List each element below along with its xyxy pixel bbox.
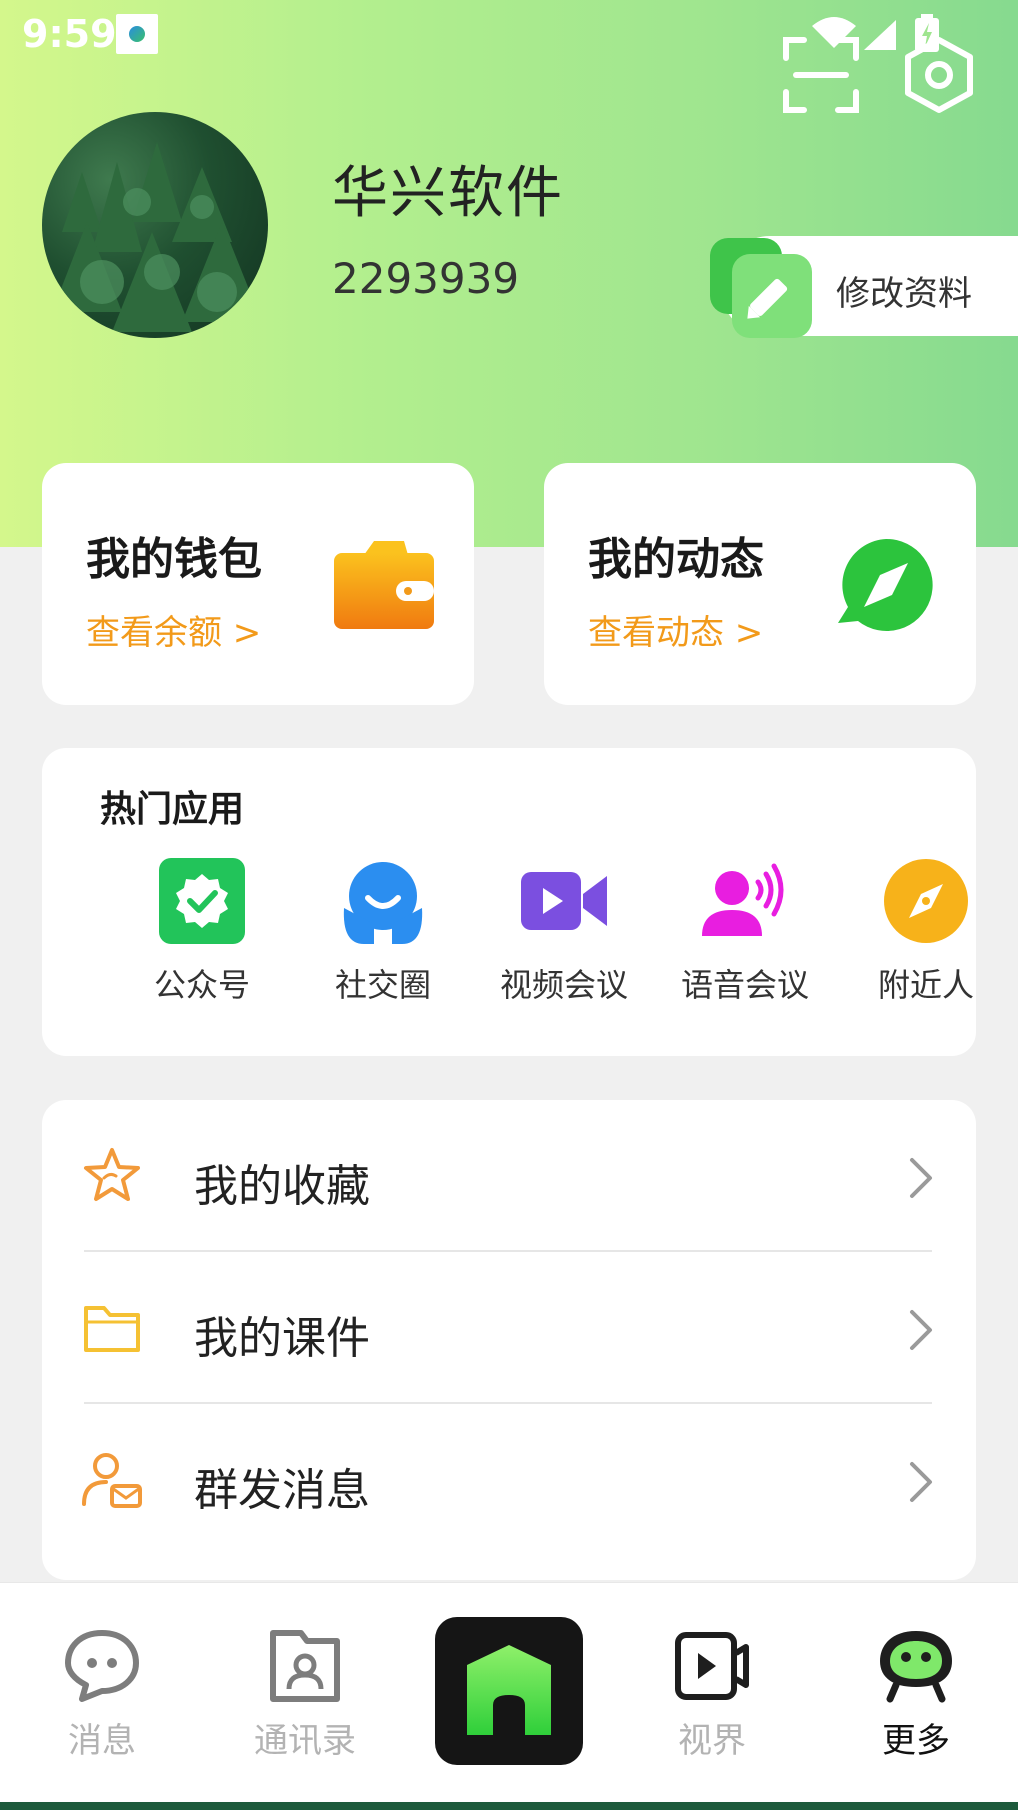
nav-more[interactable]: 更多 — [836, 1627, 996, 1762]
app-label: 视频会议 — [499, 966, 628, 1004]
app-notification-icon — [116, 14, 158, 54]
nav-label: 更多 — [882, 1721, 950, 1761]
status-time: 9:59 — [22, 12, 117, 56]
wallet-title: 我的钱包 — [86, 534, 262, 585]
menu-label: 群发消息 — [194, 1465, 370, 1516]
chevron-right-icon — [910, 1158, 932, 1198]
menu-label: 我的收藏 — [194, 1161, 370, 1212]
moments-compass-icon — [838, 538, 933, 631]
voice-person-icon — [702, 863, 784, 936]
menu-broadcast-message[interactable]: 群发消息 — [42, 1404, 976, 1556]
app-nearby-people[interactable]: 附近人 — [841, 858, 1011, 1008]
nav-home-button[interactable] — [435, 1617, 583, 1765]
nav-label: 消息 — [68, 1721, 136, 1761]
app-voice-meeting[interactable]: 语音会议 — [660, 858, 830, 1008]
chevron-right-icon — [910, 1310, 932, 1350]
menu-list: 我的收藏 我的课件 群发消息 — [42, 1100, 976, 1580]
wallet-icon — [334, 541, 434, 629]
home-icon — [467, 1645, 551, 1735]
app-video-meeting[interactable]: 视频会议 — [479, 858, 649, 1008]
contacts-folder-icon — [270, 1630, 340, 1702]
moments-title: 我的动态 — [588, 534, 764, 585]
person-mail-icon — [82, 1453, 142, 1508]
star-icon — [84, 1148, 140, 1201]
video-camera-icon — [521, 872, 607, 930]
robot-face-icon — [880, 1631, 952, 1703]
app-label: 社交圈 — [334, 966, 431, 1004]
verified-badge-icon — [159, 858, 245, 944]
menu-label: 我的课件 — [194, 1313, 370, 1364]
moments-view-link[interactable]: 查看动态 > — [588, 605, 763, 654]
avatar[interactable] — [42, 112, 268, 338]
chevron-right-icon — [910, 1462, 932, 1502]
wallet-balance-link[interactable]: 查看余额 > — [86, 605, 261, 654]
video-play-icon — [675, 1632, 749, 1700]
app-label: 公众号 — [153, 966, 250, 1004]
hot-apps-title: 热门应用 — [100, 789, 245, 830]
user-name: 华兴软件 — [332, 161, 564, 226]
scan-icon[interactable] — [782, 36, 860, 114]
status-bar: 9:59 — [0, 0, 1018, 70]
wallet-card[interactable]: 我的钱包 查看余额 > — [42, 463, 474, 705]
bottom-navigation: 消息 通讯录 视界 更多 — [0, 1582, 1018, 1810]
nav-contacts[interactable]: 通讯录 — [225, 1627, 385, 1762]
app-official-accounts[interactable]: 公众号 — [117, 858, 287, 1008]
folder-icon — [84, 1306, 140, 1352]
app-label: 语音会议 — [680, 966, 809, 1004]
user-id: 2293939 — [332, 254, 520, 303]
compass-icon — [884, 859, 968, 943]
menu-favorites[interactable]: 我的收藏 — [42, 1100, 976, 1252]
app-label: 附近人 — [877, 966, 974, 1004]
nav-messages[interactable]: 消息 — [22, 1627, 182, 1762]
social-person-icon — [343, 862, 423, 944]
edit-profile-label: 修改资料 — [836, 274, 972, 314]
hot-apps-card: 热门应用 公众号 社交圈 视频会议 语音会议 附近人 — [42, 748, 976, 1056]
settings-icon[interactable] — [900, 36, 978, 114]
nav-vision[interactable]: 视界 — [632, 1627, 792, 1762]
moments-card[interactable]: 我的动态 查看动态 > — [544, 463, 976, 705]
cell-signal-icon — [864, 20, 896, 50]
edit-pencil-icon — [710, 238, 812, 338]
nav-label: 通讯录 — [254, 1721, 356, 1761]
menu-courseware[interactable]: 我的课件 — [42, 1252, 976, 1404]
nav-label: 视界 — [678, 1721, 746, 1761]
app-social-circle[interactable]: 社交圈 — [298, 858, 468, 1008]
system-nav-strip — [0, 1802, 1018, 1810]
chat-bubble-icon — [65, 1630, 139, 1702]
